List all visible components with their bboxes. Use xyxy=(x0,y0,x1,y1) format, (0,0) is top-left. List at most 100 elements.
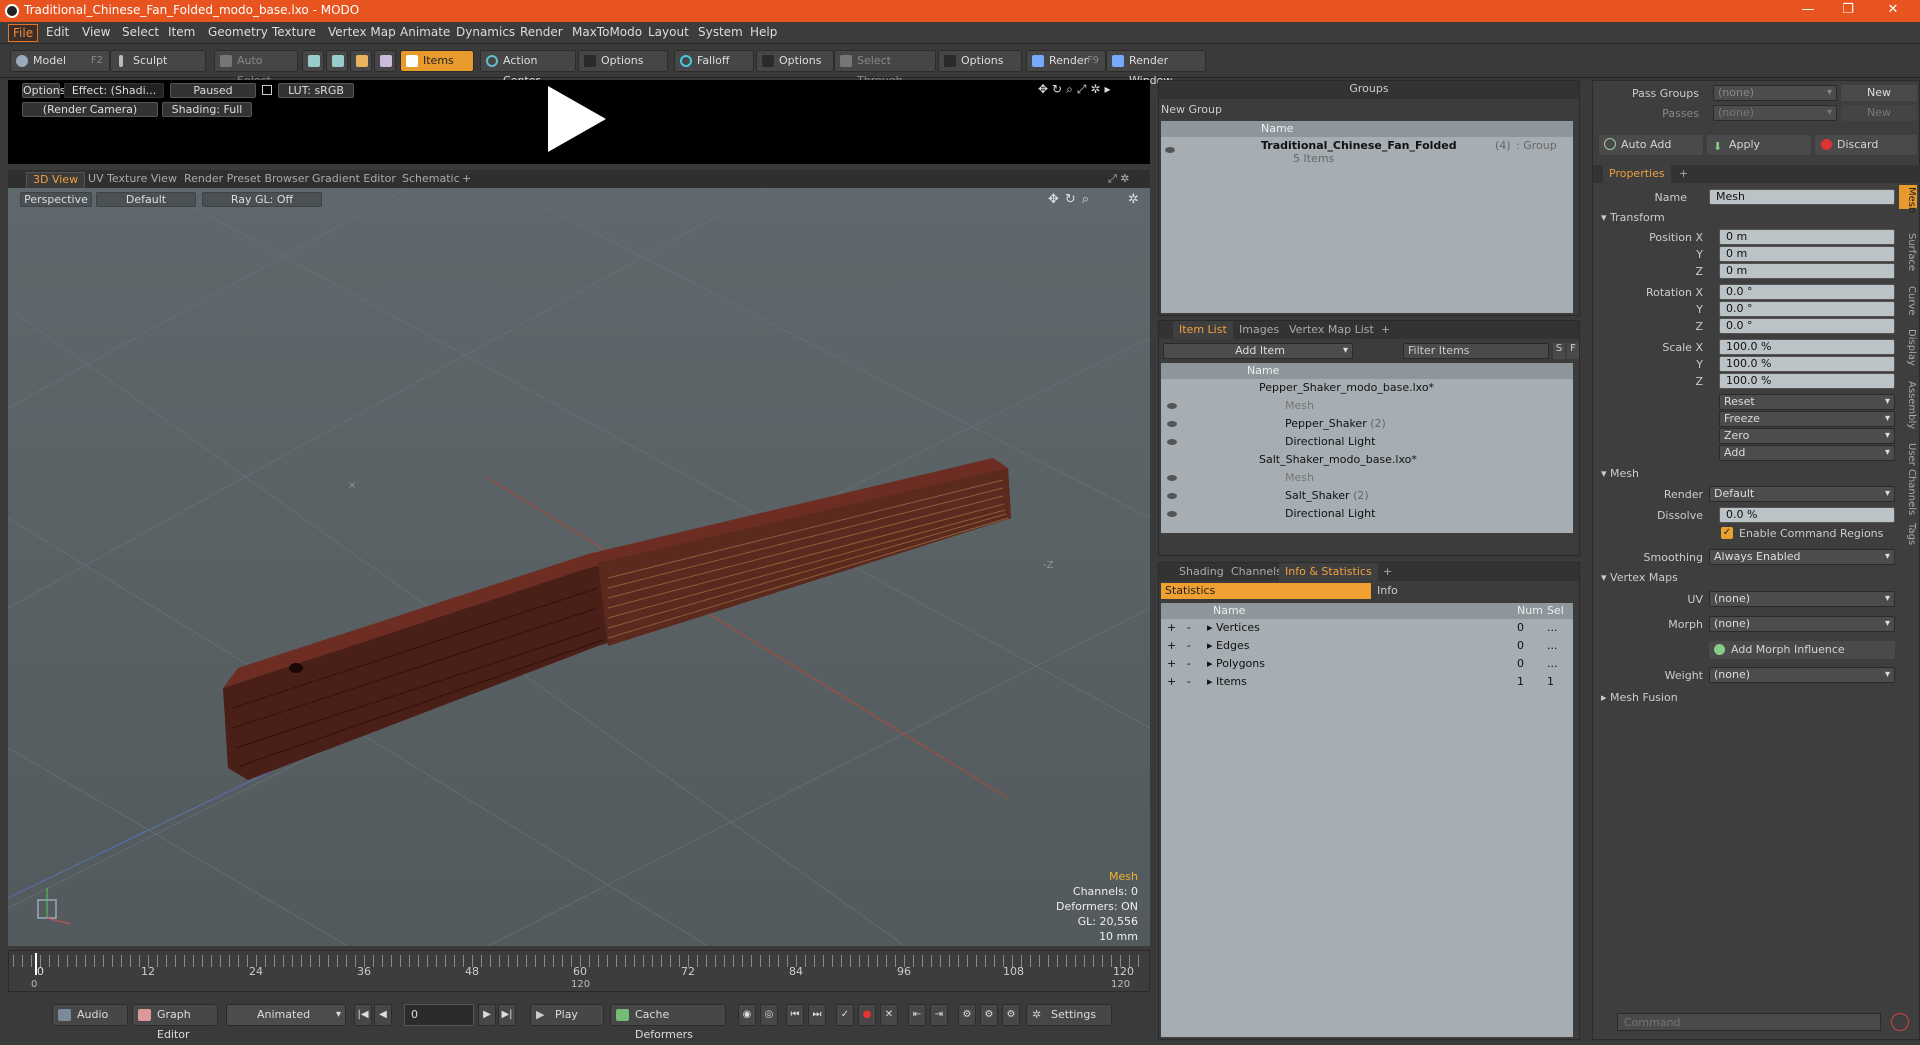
menu-texture[interactable]: Texture xyxy=(268,25,320,39)
menu-maxtomodo[interactable]: MaxToModo xyxy=(568,25,646,39)
vertex-maps-section[interactable]: ▾ Vertex Maps xyxy=(1601,571,1678,584)
preview-effect-dropdown[interactable]: Effect: (Shadi... xyxy=(64,83,164,98)
filter-s-button[interactable]: S xyxy=(1553,343,1565,359)
position-y-field[interactable]: 0 m xyxy=(1719,246,1895,262)
list-item[interactable]: Mesh xyxy=(1161,397,1573,415)
channels-red-icon[interactable]: ⚙ xyxy=(980,1004,998,1026)
preview-paused-button[interactable]: Paused xyxy=(170,83,256,98)
items-mode-button[interactable]: Items xyxy=(400,50,474,72)
eye-icon[interactable] xyxy=(1167,439,1177,445)
model-button[interactable]: Model F2 xyxy=(10,50,110,72)
mesh-fusion-section[interactable]: ▸ Mesh Fusion xyxy=(1601,691,1678,704)
tab-images[interactable]: Images xyxy=(1233,321,1285,339)
pass-groups-new-button[interactable]: New xyxy=(1841,85,1917,101)
scale-z-field[interactable]: 100.0 % xyxy=(1719,373,1895,389)
auto-add-button[interactable]: Auto Add xyxy=(1599,135,1703,155)
camera-dropdown[interactable]: (Render Camera) xyxy=(22,102,158,117)
prev-key-icon[interactable]: ⏮ xyxy=(786,1004,804,1026)
falloff-button[interactable]: Falloff xyxy=(674,50,754,72)
eye-icon[interactable] xyxy=(1167,493,1177,499)
zero-dropdown[interactable]: Zero xyxy=(1719,428,1895,444)
set-key-icon[interactable]: ✓ xyxy=(836,1004,854,1026)
menu-select[interactable]: Select xyxy=(118,25,163,39)
play-preview-icon[interactable] xyxy=(548,86,606,152)
polygons-mode-button[interactable] xyxy=(350,50,372,72)
materials-mode-button[interactable] xyxy=(374,50,396,72)
record-icon[interactable]: ● xyxy=(858,1004,876,1026)
frame-input[interactable]: 0 xyxy=(404,1004,474,1026)
passes-dropdown[interactable]: (none) xyxy=(1713,105,1837,121)
falloff-options-button[interactable]: Options xyxy=(756,50,834,72)
menu-geometry[interactable]: Geometry xyxy=(204,25,272,39)
next-key-icon[interactable]: ⏭ xyxy=(808,1004,826,1026)
sculpt-button[interactable]: Sculpt xyxy=(110,50,206,72)
animated-dropdown[interactable]: Animated xyxy=(226,1004,346,1026)
passes-new-button[interactable]: New xyxy=(1841,105,1917,121)
uv-dropdown[interactable]: (none) xyxy=(1709,591,1895,607)
command-history-icon[interactable] xyxy=(1891,1013,1909,1031)
viewport-nav-icons[interactable]: ✥↻⌕ xyxy=(1048,192,1095,207)
tab-render-preset-browser[interactable]: Render Preset Browser xyxy=(178,172,315,188)
tab-3d-view[interactable]: 3D View xyxy=(26,172,86,188)
list-item[interactable]: Salt_Shaker_modo_base.lxo* xyxy=(1161,451,1573,469)
enable-command-regions-checkbox[interactable]: ✓ xyxy=(1721,527,1733,539)
action-center-button[interactable]: Action Center xyxy=(480,50,576,87)
key-right-icon[interactable]: ⇥ xyxy=(930,1004,948,1026)
rotation-x-field[interactable]: 0.0 ° xyxy=(1719,284,1895,300)
menu-layout[interactable]: Layout xyxy=(644,25,693,39)
shading-dropdown[interactable]: Shading: Full xyxy=(162,102,252,117)
group-name[interactable]: Traditional_Chinese_Fan_Folded xyxy=(1261,139,1457,152)
go-end-icon[interactable]: ▶| xyxy=(498,1004,516,1026)
filter-items-input[interactable]: Filter Items xyxy=(1403,343,1549,359)
preview-nav-icons[interactable]: ✥↻⌕⤢✲▸ xyxy=(1038,82,1115,97)
maximize-icon[interactable]: ❐ xyxy=(1830,0,1866,22)
list-item[interactable]: Pepper_Shaker_modo_base.lxo* xyxy=(1161,379,1573,397)
list-item[interactable]: Directional Light xyxy=(1161,505,1573,523)
timeline[interactable]: 0 12 24 36 48 60 72 84 96 108 120 0 120 … xyxy=(8,950,1150,992)
preview-options-button[interactable]: Options xyxy=(22,83,65,98)
list-item[interactable]: Salt_Shaker (2) xyxy=(1161,487,1573,505)
scale-y-field[interactable]: 100.0 % xyxy=(1719,356,1895,372)
viewport-expand-icon[interactable]: ⤢ ✲ xyxy=(1108,172,1130,186)
menu-item[interactable]: Item xyxy=(164,25,199,39)
menu-view[interactable]: View xyxy=(78,25,114,39)
channels-rec-icon[interactable]: ⚙ xyxy=(1002,1004,1020,1026)
tab-properties[interactable]: Properties xyxy=(1603,165,1671,183)
key-left-icon[interactable]: ⇤ xyxy=(908,1004,926,1026)
step-forward-icon[interactable]: ▶ xyxy=(478,1004,496,1026)
eye-icon[interactable] xyxy=(1167,403,1177,409)
weight-dropdown[interactable]: (none) xyxy=(1709,667,1895,683)
key-icon[interactable]: ◉ xyxy=(738,1004,756,1026)
lock-icon[interactable] xyxy=(262,85,272,95)
add-item-dropdown[interactable]: Add Item xyxy=(1163,343,1353,359)
apply-button[interactable]: ⬇ Apply xyxy=(1707,135,1811,155)
vertices-mode-button[interactable] xyxy=(302,50,324,72)
edges-mode-button[interactable] xyxy=(326,50,348,72)
menu-render[interactable]: Render xyxy=(516,25,567,39)
list-item[interactable]: Mesh xyxy=(1161,469,1573,487)
play-button[interactable]: ▶ Play xyxy=(530,1004,604,1026)
tab-shading[interactable]: Shading xyxy=(1173,563,1230,581)
3d-viewport[interactable]: × -Z Perspective Default Ray GL: Off ✥↻⌕ … xyxy=(8,188,1150,946)
freeze-dropdown[interactable]: Freeze xyxy=(1719,411,1895,427)
go-start-icon[interactable]: |◀ xyxy=(354,1004,372,1026)
cache-deformers-button[interactable]: Cache Deformers xyxy=(610,1004,726,1041)
menu-help[interactable]: Help xyxy=(746,25,781,39)
side-tab-assembly[interactable]: Assembly xyxy=(1901,381,1917,429)
command-input[interactable] xyxy=(1617,1013,1881,1031)
side-tab-user-channels[interactable]: User Channels xyxy=(1901,443,1917,515)
rotation-y-field[interactable]: 0.0 ° xyxy=(1719,301,1895,317)
graph-editor-button[interactable]: Graph Editor xyxy=(132,1004,218,1041)
side-tab-curve[interactable]: Curve xyxy=(1901,286,1917,316)
scale-x-field[interactable]: 100.0 % xyxy=(1719,339,1895,355)
raygl-dropdown[interactable]: Ray GL: Off xyxy=(202,192,322,207)
rotation-z-field[interactable]: 0.0 ° xyxy=(1719,318,1895,334)
tab-gradient-editor[interactable]: Gradient Editor xyxy=(306,172,402,188)
side-tab-display[interactable]: Display xyxy=(1901,329,1917,366)
mesh-section[interactable]: ▾ Mesh xyxy=(1601,467,1639,480)
audio-button[interactable]: Audio xyxy=(52,1004,128,1026)
render-dropdown[interactable]: Default xyxy=(1709,486,1895,502)
morph-dropdown[interactable]: (none) xyxy=(1709,616,1895,632)
settings-button[interactable]: ✲ Settings xyxy=(1026,1004,1112,1026)
tab-info-statistics[interactable]: Info & Statistics xyxy=(1279,563,1378,581)
